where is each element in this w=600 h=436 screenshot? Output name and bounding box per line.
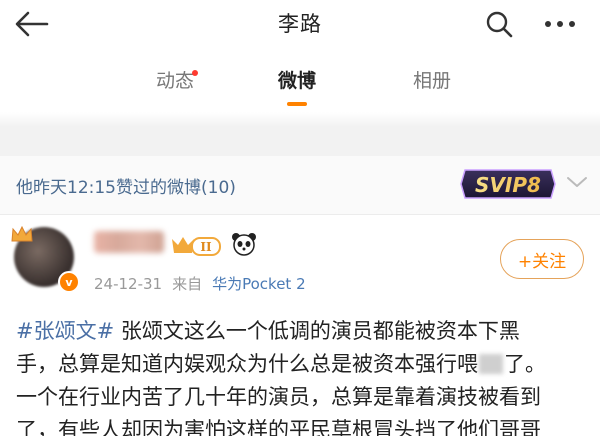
post-line: 了，有些人却因为害怕这样的平民草根冒头挡了他们哥哥 xyxy=(16,418,541,436)
divider xyxy=(0,126,600,156)
level-badge: II xyxy=(170,235,222,261)
post-text: #张颂文# 张颂文这么一个低调的演员都能被资本下黑 手，总算是知道内娱观众为什么… xyxy=(16,315,588,436)
verified-badge-icon: v xyxy=(58,271,80,293)
username-redacted[interactable] xyxy=(94,231,164,253)
tab-label: 相册 xyxy=(412,70,451,92)
post-device[interactable]: 华为Pocket 2 xyxy=(212,275,306,293)
tab-album[interactable]: 相册 xyxy=(387,66,477,93)
post-date: 24-12-31 xyxy=(94,275,163,293)
post-line-text: 了。 xyxy=(504,352,546,376)
top-bar: 李路 xyxy=(0,0,600,48)
divider xyxy=(0,112,600,126)
follow-button[interactable]: +关注 xyxy=(500,239,584,279)
post-line: #张颂文# 张颂文这么一个低调的演员都能被资本下黑 xyxy=(16,315,588,348)
active-tab-indicator xyxy=(287,102,307,106)
notification-dot xyxy=(192,70,198,76)
post-line-text: 手，总算是知道内娱观众为什么总是被资本强行喂 xyxy=(16,352,478,376)
profile-tabs: 动态 微博 相册 xyxy=(0,66,600,116)
profile-page: 李路 动态 微博 相册 他昨天12:15赞过的微博(10) SVIP8 v II… xyxy=(0,0,600,436)
post-card: v II 24-12-31 来自 华为Pocket 2 +关注 #张颂文# 张颂文这… xyxy=(0,215,600,436)
post-line: 手，总算是知道内娱观众为什么总是被资本强行喂 了。 xyxy=(16,348,588,381)
search-icon xyxy=(486,11,513,38)
search-button[interactable] xyxy=(482,8,516,40)
avatar[interactable]: v xyxy=(11,225,80,293)
post-line-text: 张颂文这么一个低调的演员都能被资本下黑 xyxy=(114,319,520,343)
tab-label: 微博 xyxy=(277,70,316,92)
svg-text:II: II xyxy=(200,240,212,254)
post-meta: 24-12-31 来自 华为Pocket 2 xyxy=(94,273,306,294)
tab-label: 动态 xyxy=(155,70,194,92)
post-source-prefix: 来自 xyxy=(172,275,203,293)
hashtag-link[interactable]: #张颂文# xyxy=(16,319,114,343)
tab-weibo[interactable]: 微博 xyxy=(252,66,342,93)
more-button[interactable] xyxy=(538,8,582,40)
chevron-down-icon[interactable] xyxy=(566,175,588,189)
svg-text:SVIP8: SVIP8 xyxy=(475,173,541,197)
more-horizontal-icon xyxy=(545,21,575,27)
svip-badge: SVIP8 xyxy=(459,166,557,202)
post-line: 一个在行业内苦了几十年的演员，总算是靠着演技被看到 xyxy=(16,385,541,409)
crown-icon xyxy=(11,225,33,242)
tab-dynamics[interactable]: 动态 xyxy=(130,66,220,93)
panda-icon xyxy=(232,233,256,256)
liked-posts-banner[interactable]: 他昨天12:15赞过的微博(10) SVIP8 xyxy=(0,156,600,215)
censored-text xyxy=(479,354,503,374)
liked-posts-text: 他昨天12:15赞过的微博(10) xyxy=(16,178,236,198)
